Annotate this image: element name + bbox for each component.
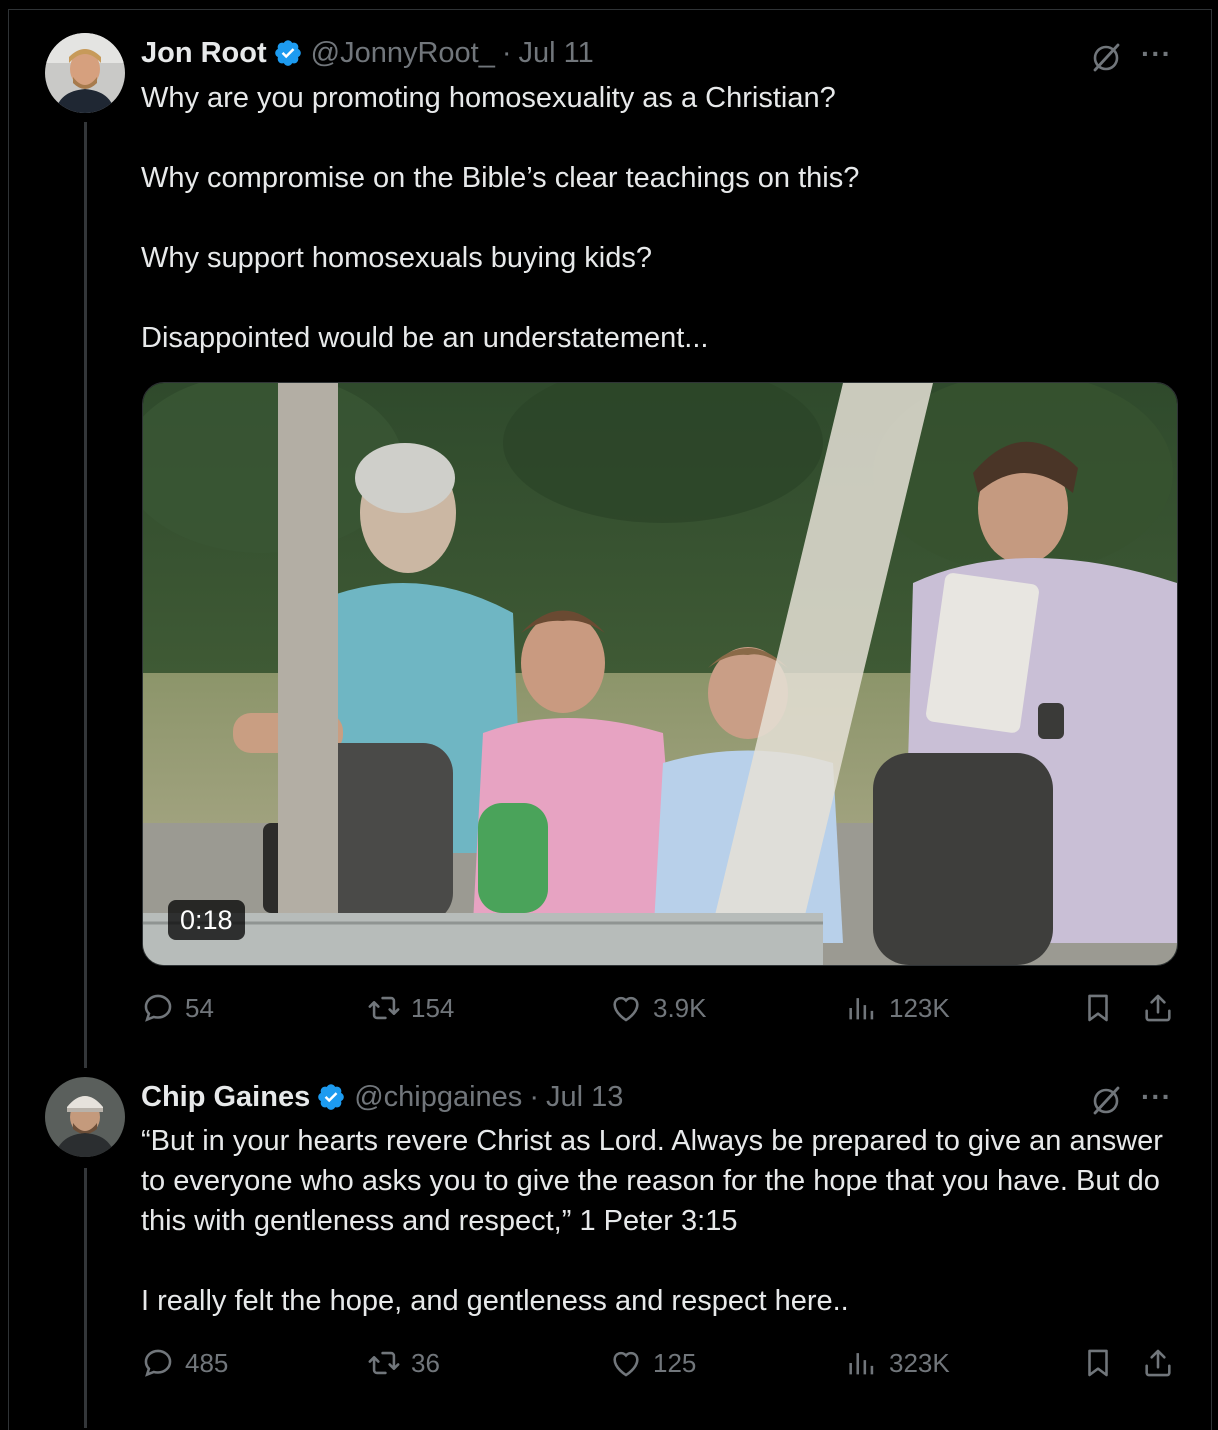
- bookmark-icon: [1088, 994, 1108, 1022]
- video-player[interactable]: [142, 382, 1178, 966]
- avatar-chip-gaines-image: [45, 1077, 125, 1157]
- author-name[interactable]: Jon Root: [141, 37, 267, 70]
- tweet-paragraph: Why support homosexuals buying kids?: [141, 242, 652, 274]
- views-count: 123K: [889, 992, 950, 1023]
- tweet-date[interactable]: Jul 11: [519, 37, 594, 70]
- tweet-paragraph: Why compromise on the Bible’s clear teac…: [141, 162, 860, 194]
- like-button[interactable]: 125: [609, 1346, 696, 1380]
- repost-count: 36: [411, 1347, 440, 1378]
- reply-button[interactable]: 485: [141, 1346, 228, 1380]
- like-icon: [613, 1351, 639, 1377]
- bookmark-icon: [1088, 1349, 1108, 1377]
- separator: ·: [529, 1080, 539, 1113]
- like-button[interactable]: 3.9K: [609, 991, 707, 1025]
- grok-icon[interactable]: [1089, 40, 1123, 74]
- reply-count: 54: [185, 992, 214, 1023]
- more-icon[interactable]: ···: [1141, 38, 1172, 70]
- avatar[interactable]: [45, 33, 125, 113]
- tweet-header: Chip Gaines @chipgaines · Jul 13: [141, 1077, 623, 1117]
- tweet-actions: 485 36 125 323K: [141, 1346, 1181, 1386]
- share-icon: [1145, 1349, 1171, 1377]
- avatar[interactable]: [45, 1077, 125, 1157]
- tweet-paragraph: “But in your hearts revere Christ as Lor…: [141, 1125, 1163, 1237]
- views-button[interactable]: 123K: [845, 991, 950, 1025]
- views-button[interactable]: 323K: [845, 1346, 950, 1380]
- tweet-date[interactable]: Jul 13: [546, 1081, 623, 1114]
- tweet-paragraph: I really felt the hope, and gentleness a…: [141, 1285, 849, 1317]
- more-icon[interactable]: ···: [1141, 1081, 1172, 1113]
- separator: ·: [501, 36, 512, 69]
- repost-icon: [368, 996, 400, 1020]
- verified-badge-icon[interactable]: [316, 1082, 346, 1112]
- like-count: 3.9K: [653, 992, 707, 1023]
- repost-button[interactable]: 36: [367, 1346, 440, 1380]
- author-handle[interactable]: @JonnyRoot_: [311, 37, 495, 70]
- share-button[interactable]: [1141, 991, 1175, 1030]
- bookmark-button[interactable]: [1081, 1346, 1115, 1385]
- tweet-header: Jon Root @JonnyRoot_ · Jul 11: [141, 33, 594, 73]
- video-thumbnail: [143, 383, 1177, 965]
- tweet-paragraph: Disappointed would be an understatement.…: [141, 322, 709, 354]
- views-count: 323K: [889, 1347, 950, 1378]
- repost-count: 154: [411, 992, 455, 1023]
- reply-button[interactable]: 54: [141, 991, 214, 1025]
- bookmark-button[interactable]: [1081, 991, 1115, 1030]
- repost-icon: [368, 1351, 400, 1375]
- reply-icon: [144, 1349, 172, 1377]
- tweet-paragraph: Why are you promoting homosexuality as a…: [141, 82, 836, 114]
- grok-icon[interactable]: [1089, 1083, 1123, 1117]
- like-count: 125: [653, 1347, 697, 1378]
- thread-connector: [84, 1168, 87, 1428]
- author-name[interactable]: Chip Gaines: [141, 1081, 310, 1114]
- author-handle[interactable]: @chipgaines: [354, 1081, 522, 1114]
- share-icon: [1145, 994, 1171, 1022]
- thread-connector: [84, 122, 87, 1068]
- repost-button[interactable]: 154: [367, 991, 454, 1025]
- reply-count: 485: [185, 1347, 229, 1378]
- like-icon: [613, 996, 639, 1022]
- share-button[interactable]: [1141, 1346, 1175, 1385]
- avatar-jon-root-image: [45, 33, 125, 113]
- views-icon: [849, 1353, 874, 1375]
- tweet-text: Why are you promoting homosexuality as a…: [141, 78, 1181, 358]
- views-icon: [849, 998, 874, 1020]
- verified-badge-icon[interactable]: [273, 38, 303, 68]
- reply-icon: [144, 994, 172, 1022]
- video-duration: 0:18: [168, 900, 245, 940]
- tweet-text: “But in your hearts revere Christ as Lor…: [141, 1121, 1181, 1321]
- tweet-actions: 54 154 3.9K 123K: [141, 991, 1181, 1031]
